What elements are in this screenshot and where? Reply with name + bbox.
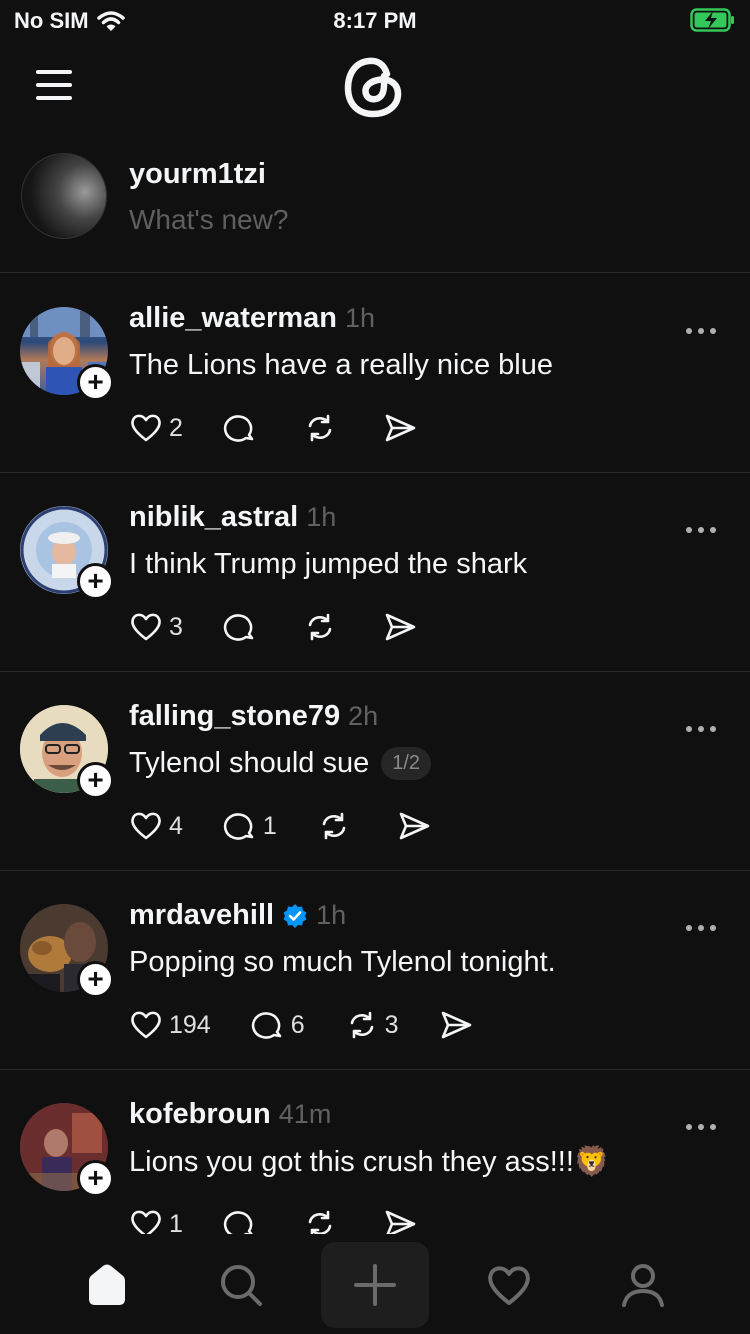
status-bar: No SIM 8:17 PM: [0, 0, 750, 40]
post-username[interactable]: falling_stone79: [129, 700, 340, 733]
share-button[interactable]: [383, 610, 417, 644]
reply-button[interactable]: 6: [251, 1008, 305, 1042]
post-text: Tylenol should sue: [129, 747, 370, 779]
share-button[interactable]: [397, 809, 431, 843]
like-button[interactable]: 194: [129, 1008, 211, 1042]
post-text: Popping so much Tylenol tonight.: [129, 946, 556, 978]
repost-button[interactable]: [317, 809, 357, 843]
home-icon: [89, 1264, 125, 1305]
status-time: 8:17 PM: [333, 8, 417, 33]
bottom-tab-bar: [0, 1234, 750, 1334]
tab-new-thread[interactable]: [321, 1242, 429, 1328]
heart-icon: [131, 1011, 161, 1039]
plus-icon: [354, 1264, 396, 1306]
composer-username: yourm1tzi: [129, 158, 266, 190]
repost-icon: [308, 414, 332, 442]
share-button[interactable]: [439, 1008, 473, 1042]
like-count: 194: [169, 1010, 211, 1039]
more-options-icon[interactable]: [686, 911, 722, 937]
reply-button[interactable]: [223, 610, 263, 644]
composer-input[interactable]: What's new?: [129, 204, 288, 236]
follow-plus-button[interactable]: +: [77, 364, 114, 401]
profile-icon: [622, 1264, 664, 1307]
post-username[interactable]: mrdavehill: [129, 899, 274, 932]
repost-icon: [308, 613, 332, 641]
menu-button[interactable]: [36, 70, 76, 100]
own-avatar[interactable]: [21, 153, 107, 239]
more-options-icon[interactable]: [686, 314, 722, 340]
share-button[interactable]: [383, 411, 417, 445]
heart-icon: [131, 414, 161, 442]
post-time: 41m: [278, 1099, 332, 1129]
send-icon: [385, 414, 416, 442]
repost-button[interactable]: 3: [345, 1008, 399, 1042]
post-time: 2h: [348, 701, 379, 731]
post-text: I think Trump jumped the shark: [129, 548, 528, 580]
like-count: 2: [169, 413, 183, 442]
repost-icon: [350, 1011, 373, 1039]
post-time: 1h: [316, 900, 347, 930]
post-username[interactable]: niblik_astral: [129, 501, 298, 534]
reply-button[interactable]: [223, 411, 263, 445]
repost-button[interactable]: [303, 610, 343, 644]
comment-icon: [251, 1012, 282, 1039]
post-text: Lions you got this crush they ass!!!🦁: [129, 1146, 611, 1178]
comment-icon: [223, 614, 254, 641]
comment-icon: [223, 415, 254, 442]
heart-icon: [131, 613, 161, 641]
follow-plus-button[interactable]: +: [77, 563, 114, 600]
send-icon: [399, 812, 430, 840]
post-time: 1h: [306, 502, 337, 532]
more-options-icon[interactable]: [686, 1110, 722, 1136]
more-options-icon[interactable]: [686, 513, 722, 539]
send-icon: [385, 613, 416, 641]
follow-plus-button[interactable]: +: [77, 1160, 114, 1197]
feed-post[interactable]: + niblik_astral 1h I think Trump jumped …: [0, 473, 750, 672]
like-button[interactable]: 3: [129, 610, 183, 644]
feed-post[interactable]: + allie_waterman 1h The Lions have a rea…: [0, 274, 750, 473]
verified-badge-icon: [283, 903, 307, 928]
comment-icon: [223, 813, 254, 840]
tab-home[interactable]: [53, 1242, 161, 1328]
reply-button[interactable]: 1: [223, 809, 277, 843]
new-thread-composer[interactable]: yourm1tzi What's new?: [0, 140, 750, 273]
like-count: 3: [169, 612, 183, 641]
repost-button[interactable]: [303, 411, 343, 445]
like-button[interactable]: 2: [129, 411, 183, 445]
post-text: The Lions have a really nice blue: [129, 349, 553, 381]
app-header: [0, 40, 750, 140]
tab-activity[interactable]: [455, 1242, 563, 1328]
tab-search[interactable]: [187, 1242, 295, 1328]
battery-charging-icon: [690, 8, 734, 32]
repost-icon: [322, 812, 346, 840]
post-actions: 194 6 3: [129, 1007, 513, 1043]
follow-plus-button[interactable]: +: [77, 961, 114, 998]
post-actions: 3: [129, 609, 457, 645]
search-icon: [221, 1265, 262, 1306]
send-icon: [441, 1011, 471, 1039]
like-count: 4: [169, 811, 183, 840]
heart-icon: [131, 812, 161, 840]
reply-count: 1: [262, 811, 277, 840]
post-actions: 2: [129, 410, 457, 446]
repost-count: 3: [384, 1010, 399, 1039]
heart-icon: [488, 1266, 530, 1305]
reply-count: 6: [290, 1010, 305, 1039]
feed-post[interactable]: + falling_stone79 2h Tylenol should sue …: [0, 672, 750, 871]
like-button[interactable]: 4: [129, 809, 183, 843]
post-time: 1h: [344, 303, 375, 333]
post-actions: 4 1: [129, 808, 471, 844]
more-options-icon[interactable]: [686, 712, 722, 738]
follow-plus-button[interactable]: +: [77, 762, 114, 799]
feed-post[interactable]: + mrdavehill 1h Popping so much Tylenol …: [0, 871, 750, 1070]
post-username[interactable]: kofebroun: [129, 1098, 271, 1131]
threads-logo-icon[interactable]: [340, 52, 410, 122]
post-username[interactable]: allie_waterman: [129, 302, 337, 335]
thread-pager-badge[interactable]: 1/2: [381, 747, 432, 780]
tab-profile[interactable]: [589, 1242, 697, 1328]
